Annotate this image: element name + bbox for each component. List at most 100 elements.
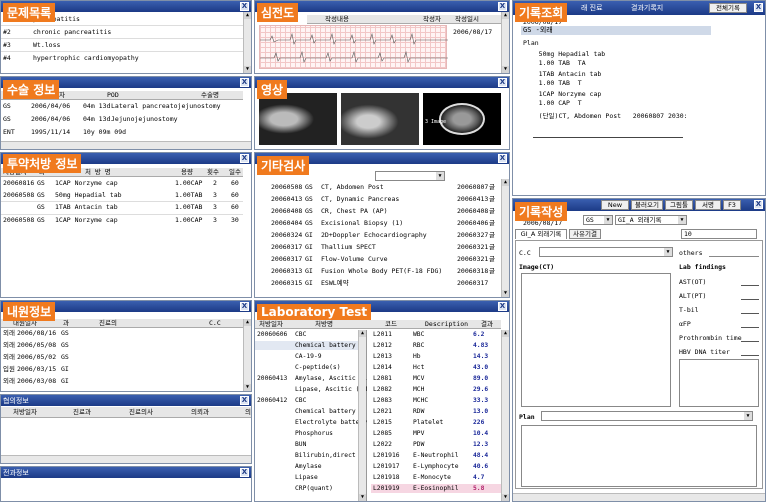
load-button[interactable]: 불러오기 <box>631 200 663 210</box>
consult-title: 협의정보 <box>3 397 29 405</box>
chevron-down-icon: ▼ <box>744 412 752 420</box>
lab-result-row[interactable]: L2012 RBC 4.83 <box>371 341 503 350</box>
chevron-down-icon: ▼ <box>436 172 444 180</box>
lab-result-row[interactable]: L2082 MCH 29.6 <box>371 385 503 394</box>
consult-titlebar: 협의정보 X <box>1 395 251 406</box>
lab-result-row[interactable]: L2085 MPV 10.4 <box>371 429 503 438</box>
cc-select[interactable]: ▼ <box>539 247 673 257</box>
image-title: 영상 <box>257 80 288 99</box>
image-ct-textarea[interactable] <box>521 273 671 407</box>
dept-select[interactable]: GS ▼ <box>583 215 613 225</box>
others-input[interactable] <box>709 247 759 257</box>
ecg-scrollbar[interactable]: ▲ ▼ <box>501 12 509 73</box>
record-field-input[interactable]: 10 <box>681 229 757 239</box>
close-icon[interactable]: X <box>498 78 507 87</box>
close-icon[interactable]: X <box>240 468 249 477</box>
lab-notes-textarea[interactable] <box>679 359 759 407</box>
record-selected-item[interactable]: GS -외래 <box>521 26 711 35</box>
close-icon[interactable]: X <box>240 396 249 405</box>
ecg-trace-thumbnail[interactable] <box>259 25 448 69</box>
lab-result-row[interactable]: L2083 MCHC 33.3 <box>371 396 503 405</box>
lab-table-header: 처방일자 처방명 코드 Description 결과 <box>255 320 501 329</box>
ecg-panel: X 심전도 작성내용 작성자 작성일시 2006/08/17 ▲ ▼ <box>254 0 510 74</box>
form-select[interactable]: GI_A 외래기록 ▼ <box>615 215 687 225</box>
cc-label: C.C <box>519 249 531 257</box>
lab-result-row[interactable]: L201918 E-Monocyte 4.7 <box>371 473 503 482</box>
ct-image-thumbnail[interactable]: 3 Image <box>423 93 501 145</box>
close-icon[interactable]: X <box>754 200 763 209</box>
tab-reason[interactable]: 사유기결 <box>569 229 601 239</box>
lab-value-input[interactable] <box>741 313 759 314</box>
lab-order-scrollbar[interactable]: ▲ ▼ <box>358 330 366 501</box>
all-records-button[interactable]: 전체기록 <box>709 3 747 13</box>
other-tests-filter-select[interactable]: ▼ <box>375 171 445 181</box>
surgery-panel: X 수술 정보 일자 POD 수술명 GS2006/04/0604m 13dLa… <box>0 76 252 150</box>
lab-result-row[interactable]: L201916 E-Neutrophil 48.4 <box>371 451 503 460</box>
chevron-down-icon: ▼ <box>664 248 672 256</box>
lab-result-row[interactable]: L2011 WBC 6.2 <box>371 330 503 339</box>
lab-value-input[interactable] <box>741 299 759 300</box>
lab-result-row[interactable]: L201919 E-Eosinophil 5.8 <box>371 484 503 493</box>
ecg-table-header: 작성내용 작성자 작성일시 <box>307 15 501 24</box>
lab-panel: X Laboratory Test 처방일자 처방명 코드 Descriptio… <box>254 300 510 502</box>
f3-button[interactable]: F3 <box>723 200 741 210</box>
image-ct-label: Image(CT) <box>519 263 555 271</box>
tab-clinic[interactable]: 래 진료 <box>581 3 603 13</box>
list-item[interactable]: #3 Wt.loss <box>3 41 60 50</box>
new-button[interactable]: New <box>601 200 629 210</box>
record-write-title: 기록작성 <box>515 202 568 221</box>
close-icon[interactable]: X <box>498 302 507 311</box>
lab-result-row[interactable]: L2014 Hct 43.0 <box>371 363 503 372</box>
list-item[interactable]: #4 hypertrophic cardiomyopathy <box>3 54 139 63</box>
close-icon[interactable]: X <box>240 78 249 87</box>
lab-result-list: L2011 WBC 6.2 L2012 RBC 4.83 L2013 Hb 14.3 L20… <box>371 330 503 501</box>
visits-panel: X 내원정보 내원일자 과 진료의 C.C 외래 2006/08/16 GS 외래 2… <box>0 300 252 392</box>
close-icon[interactable]: X <box>240 2 249 11</box>
lab-result-row[interactable]: L2013 Hb 14.3 <box>371 352 503 361</box>
record-view-panel: 래 진료 결과기록지 전체기록 X 기록조회 2006/08/17 GS -외래… <box>512 0 766 196</box>
lab-value-input[interactable] <box>741 341 759 342</box>
record-view-title: 기록조회 <box>515 3 568 22</box>
sign-button[interactable]: 서명 <box>695 200 721 210</box>
record-line: 1.00 TAB T <box>523 79 582 87</box>
lab-result-scrollbar[interactable]: ▲ ▼ <box>501 330 509 501</box>
lab-result-row[interactable]: L201917 E-Lymphocyte 40.6 <box>371 462 503 471</box>
visits-title: 내원정보 <box>3 302 56 321</box>
other-tests-scrollbar[interactable]: ▲ ▼ <box>501 179 509 297</box>
record-line: 1TAB Antacin tab <box>523 70 602 78</box>
lab-value-input[interactable] <box>741 327 759 328</box>
list-item[interactable]: #2 chronic pancreatitis <box>3 28 111 37</box>
drawing-tool-button[interactable]: 그림툴 <box>665 200 693 210</box>
lab-value-input[interactable] <box>741 355 759 356</box>
tab-gi-outpatient-record[interactable]: GI_A 외래기록 <box>515 229 567 239</box>
chevron-down-icon: ▼ <box>678 216 686 224</box>
chest-xray-thumbnail[interactable] <box>341 93 419 145</box>
record-line: Plan <box>523 39 539 47</box>
lab-value-input[interactable] <box>741 285 759 286</box>
lab-result-row[interactable]: L2021 RDW 13.0 <box>371 407 503 416</box>
lab-order-row[interactable]: Chemical battery <box>255 341 365 350</box>
close-icon[interactable]: X <box>240 154 249 163</box>
plan-label: Plan <box>519 413 535 421</box>
chevron-down-icon: ▼ <box>604 216 612 224</box>
close-icon[interactable]: X <box>240 302 249 311</box>
lab-result-row[interactable]: L2022 PDW 12.3 <box>371 440 503 449</box>
consult-hscrollbar[interactable] <box>1 455 251 463</box>
surgery-hscrollbar[interactable] <box>1 141 251 149</box>
chest-xray-thumbnail[interactable] <box>259 93 337 145</box>
ecg-date[interactable]: 2006/08/17 <box>453 28 492 36</box>
problem-list-scrollbar[interactable]: ▲ ▼ <box>243 12 251 73</box>
visits-scrollbar[interactable]: ▲ ▼ <box>243 319 251 391</box>
close-icon[interactable]: X <box>498 2 507 11</box>
record-write-hscrollbar[interactable] <box>513 493 765 501</box>
lab-result-row[interactable]: L2081 MCV 89.0 <box>371 374 503 383</box>
surgery-title: 수술 정보 <box>3 80 60 99</box>
plan-select[interactable]: ▼ <box>541 411 753 421</box>
close-icon[interactable]: X <box>498 154 507 163</box>
tab-result-record[interactable]: 결과기록지 <box>631 3 663 13</box>
lab-result-row[interactable]: L2015 Platelet 226 <box>371 418 503 427</box>
record-line: 1.00 CAP T <box>523 99 582 107</box>
close-icon[interactable]: X <box>754 3 763 12</box>
plan-textarea[interactable] <box>521 425 757 487</box>
record-line: 1.00 TAB TA <box>523 59 586 67</box>
